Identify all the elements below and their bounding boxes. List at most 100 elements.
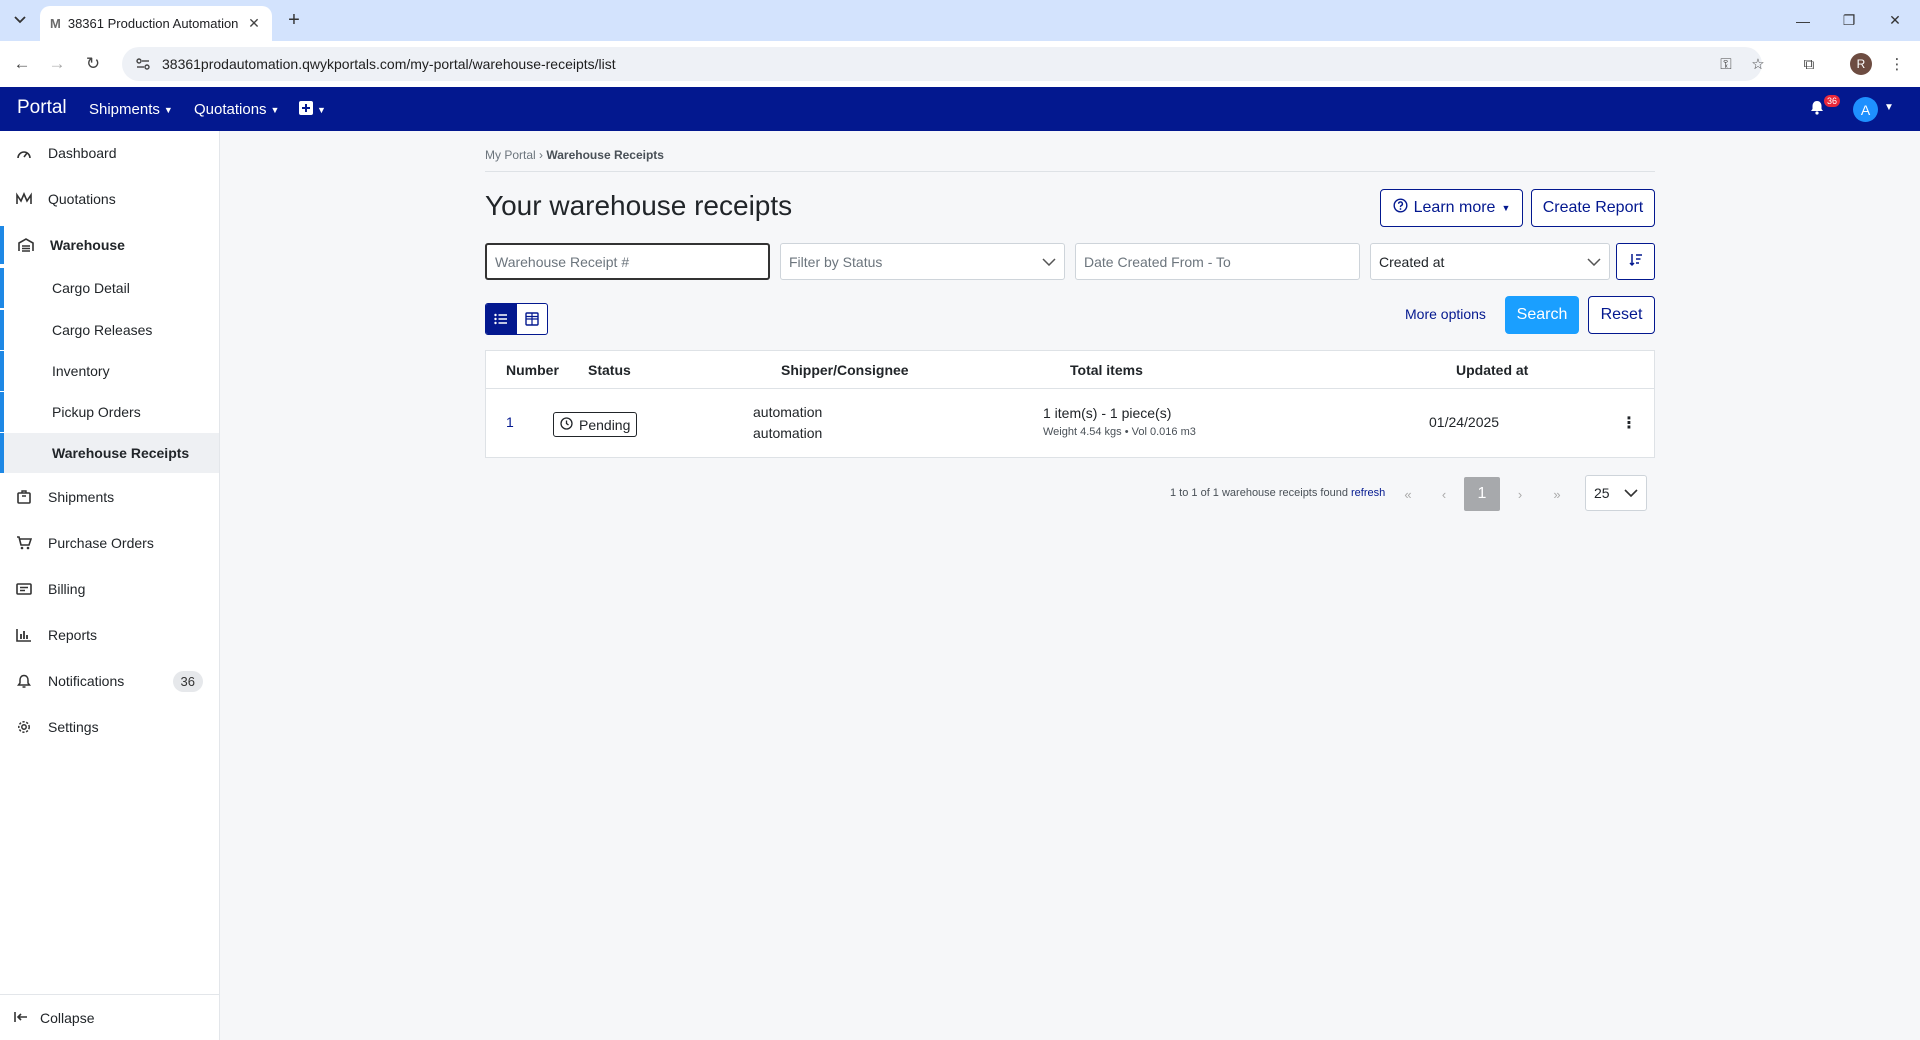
sidebar-item-notifications[interactable]: Notifications 36 bbox=[0, 662, 219, 700]
column-header-total-items[interactable]: Total items bbox=[1070, 362, 1143, 378]
window-close-icon[interactable]: ✕ bbox=[1872, 0, 1918, 41]
breadcrumb: My Portal › Warehouse Receipts bbox=[485, 148, 664, 162]
sidebar-subitem-pickup-orders[interactable]: Pickup Orders bbox=[0, 392, 219, 432]
next-page-icon[interactable]: › bbox=[1502, 477, 1538, 511]
divider bbox=[485, 171, 1655, 172]
quotations-menu[interactable]: Quotations ▼ bbox=[194, 101, 279, 118]
breadcrumb-current: Warehouse Receipts bbox=[546, 148, 664, 162]
receipt-input-placeholder: Warehouse Receipt # bbox=[495, 253, 630, 270]
url-field[interactable]: 38361prodautomation.qwykportals.com/my-p… bbox=[122, 47, 1762, 81]
more-options-link[interactable]: More options bbox=[1405, 306, 1486, 322]
restore-icon[interactable]: ❐ bbox=[1826, 0, 1872, 41]
receipt-number-link[interactable]: 1 bbox=[506, 414, 514, 430]
date-range-input[interactable]: Date Created From - To bbox=[1075, 243, 1360, 280]
breadcrumb-root[interactable]: My Portal bbox=[485, 148, 536, 162]
row-actions-icon[interactable]: ⋮ bbox=[1616, 410, 1642, 436]
column-header-updated-at[interactable]: Updated at bbox=[1456, 362, 1528, 378]
forward-icon[interactable]: → bbox=[44, 51, 70, 77]
quotations-menu-label: Quotations bbox=[194, 101, 267, 118]
new-tab-icon[interactable]: + bbox=[282, 8, 306, 32]
refresh-link[interactable]: refresh bbox=[1351, 487, 1385, 499]
browser-tab[interactable]: M 38361 Production Automation ✕ bbox=[40, 6, 272, 41]
sidebar-item-dashboard[interactable]: Dashboard bbox=[0, 134, 219, 172]
collapse-icon bbox=[14, 1010, 28, 1026]
sidebar-subitem-inventory[interactable]: Inventory bbox=[0, 351, 219, 391]
bell-icon[interactable] bbox=[1810, 100, 1824, 119]
learn-more-button[interactable]: Learn more ▼ bbox=[1380, 189, 1523, 227]
total-items-text: 1 item(s) - 1 piece(s) bbox=[1043, 405, 1172, 421]
browser-menu-icon[interactable]: ⋮ bbox=[1884, 51, 1910, 77]
chevron-down-icon: ▼ bbox=[163, 104, 173, 115]
chevron-down-icon bbox=[1587, 255, 1601, 269]
status-filter-select[interactable]: Filter by Status bbox=[780, 243, 1065, 280]
password-key-icon[interactable]: ⚿ bbox=[1713, 51, 1739, 77]
shipments-icon bbox=[16, 489, 32, 505]
previous-page-icon[interactable]: ‹ bbox=[1426, 477, 1462, 511]
grid-view-icon[interactable] bbox=[517, 304, 548, 334]
sort-field-select[interactable]: Created at bbox=[1370, 243, 1610, 280]
sidebar-item-label: Shipments bbox=[48, 489, 115, 505]
sidebar-item-label: Notifications bbox=[48, 673, 125, 689]
last-page-icon[interactable]: » bbox=[1539, 477, 1575, 511]
plus-square-icon bbox=[299, 101, 313, 119]
warehouse-receipt-search-input[interactable]: Warehouse Receipt # bbox=[485, 243, 770, 280]
tab-close-icon[interactable]: ✕ bbox=[246, 15, 262, 32]
extensions-icon[interactable]: ⧉ bbox=[1796, 51, 1822, 77]
consignee-name: automation bbox=[753, 425, 823, 441]
tab-search-icon[interactable] bbox=[8, 8, 32, 32]
shipments-menu-label: Shipments bbox=[89, 101, 160, 118]
first-page-icon[interactable]: « bbox=[1390, 477, 1426, 511]
app-topnav: Portal Shipments ▼ Quotations ▼ ▼ 36 A ▼ bbox=[0, 87, 1920, 131]
sidebar-item-reports[interactable]: Reports bbox=[0, 616, 219, 654]
bell-icon bbox=[16, 673, 32, 689]
reset-button[interactable]: Reset bbox=[1588, 296, 1655, 334]
browser-tab-bar: M 38361 Production Automation ✕ + — ❐ ✕ bbox=[0, 0, 1920, 41]
sidebar-subitem-cargo-releases[interactable]: Cargo Releases bbox=[0, 310, 219, 350]
address-bar: ← → ↻ 38361prodautomation.qwykportals.co… bbox=[0, 41, 1920, 87]
url-text: 38361prodautomation.qwykportals.com/my-p… bbox=[162, 56, 616, 72]
shipments-menu[interactable]: Shipments ▼ bbox=[89, 101, 173, 118]
column-header-shipper-consignee[interactable]: Shipper/Consignee bbox=[781, 362, 909, 378]
sidebar-subitem-warehouse-receipts[interactable]: Warehouse Receipts bbox=[0, 433, 219, 473]
collapse-button[interactable]: Collapse bbox=[0, 994, 219, 1040]
site-info-icon[interactable] bbox=[134, 55, 152, 73]
sidebar-item-shipments[interactable]: Shipments bbox=[0, 478, 219, 516]
sidebar-item-purchase-orders[interactable]: Purchase Orders bbox=[0, 524, 219, 562]
sidebar-item-settings[interactable]: Settings bbox=[0, 708, 219, 746]
page-size-select[interactable]: 25 bbox=[1585, 475, 1647, 511]
bookmark-star-icon[interactable]: ☆ bbox=[1745, 51, 1771, 77]
create-new-menu[interactable]: ▼ bbox=[299, 101, 326, 119]
sort-direction-button[interactable] bbox=[1616, 243, 1655, 280]
chevron-down-icon bbox=[1042, 255, 1056, 269]
portal-brand[interactable]: Portal bbox=[17, 97, 67, 119]
table-header: Number Status Shipper/Consignee Total it… bbox=[486, 351, 1654, 389]
status-label: Pending bbox=[579, 416, 631, 433]
sidebar-item-billing[interactable]: Billing bbox=[0, 570, 219, 608]
search-button[interactable]: Search bbox=[1505, 296, 1579, 334]
list-view-icon[interactable] bbox=[486, 304, 517, 334]
create-report-button[interactable]: Create Report bbox=[1531, 189, 1655, 227]
column-header-status[interactable]: Status bbox=[588, 362, 631, 378]
user-avatar[interactable]: A bbox=[1853, 97, 1878, 122]
sidebar-item-label: Dashboard bbox=[48, 145, 117, 161]
view-mode-toggle bbox=[485, 303, 548, 335]
sidebar-subitem-cargo-detail[interactable]: Cargo Detail bbox=[0, 268, 219, 308]
cart-icon bbox=[16, 535, 32, 551]
sidebar-item-warehouse[interactable]: Warehouse bbox=[0, 226, 219, 264]
sidebar-item-label: Purchase Orders bbox=[48, 535, 154, 551]
sidebar-item-label: Billing bbox=[48, 581, 86, 597]
column-header-number[interactable]: Number bbox=[506, 362, 559, 378]
minimize-icon[interactable]: — bbox=[1780, 0, 1826, 41]
current-page-button[interactable]: 1 bbox=[1464, 477, 1500, 511]
collapse-label: Collapse bbox=[40, 1009, 95, 1026]
chevron-down-icon[interactable]: ▼ bbox=[1884, 102, 1894, 113]
sidebar-item-quotations[interactable]: Quotations bbox=[0, 180, 219, 218]
browser-profile-avatar[interactable]: R bbox=[1850, 53, 1872, 75]
notifications-count-badge: 36 bbox=[172, 670, 203, 692]
page-size-value: 25 bbox=[1594, 485, 1610, 501]
sidebar-item-label: Reports bbox=[48, 627, 98, 643]
updated-at-date: 01/24/2025 bbox=[1429, 414, 1500, 430]
weight-volume-text: Weight 4.54 kgs • Vol 0.016 m3 bbox=[1043, 426, 1196, 438]
reload-icon[interactable]: ↻ bbox=[80, 51, 106, 77]
back-icon[interactable]: ← bbox=[9, 51, 35, 77]
